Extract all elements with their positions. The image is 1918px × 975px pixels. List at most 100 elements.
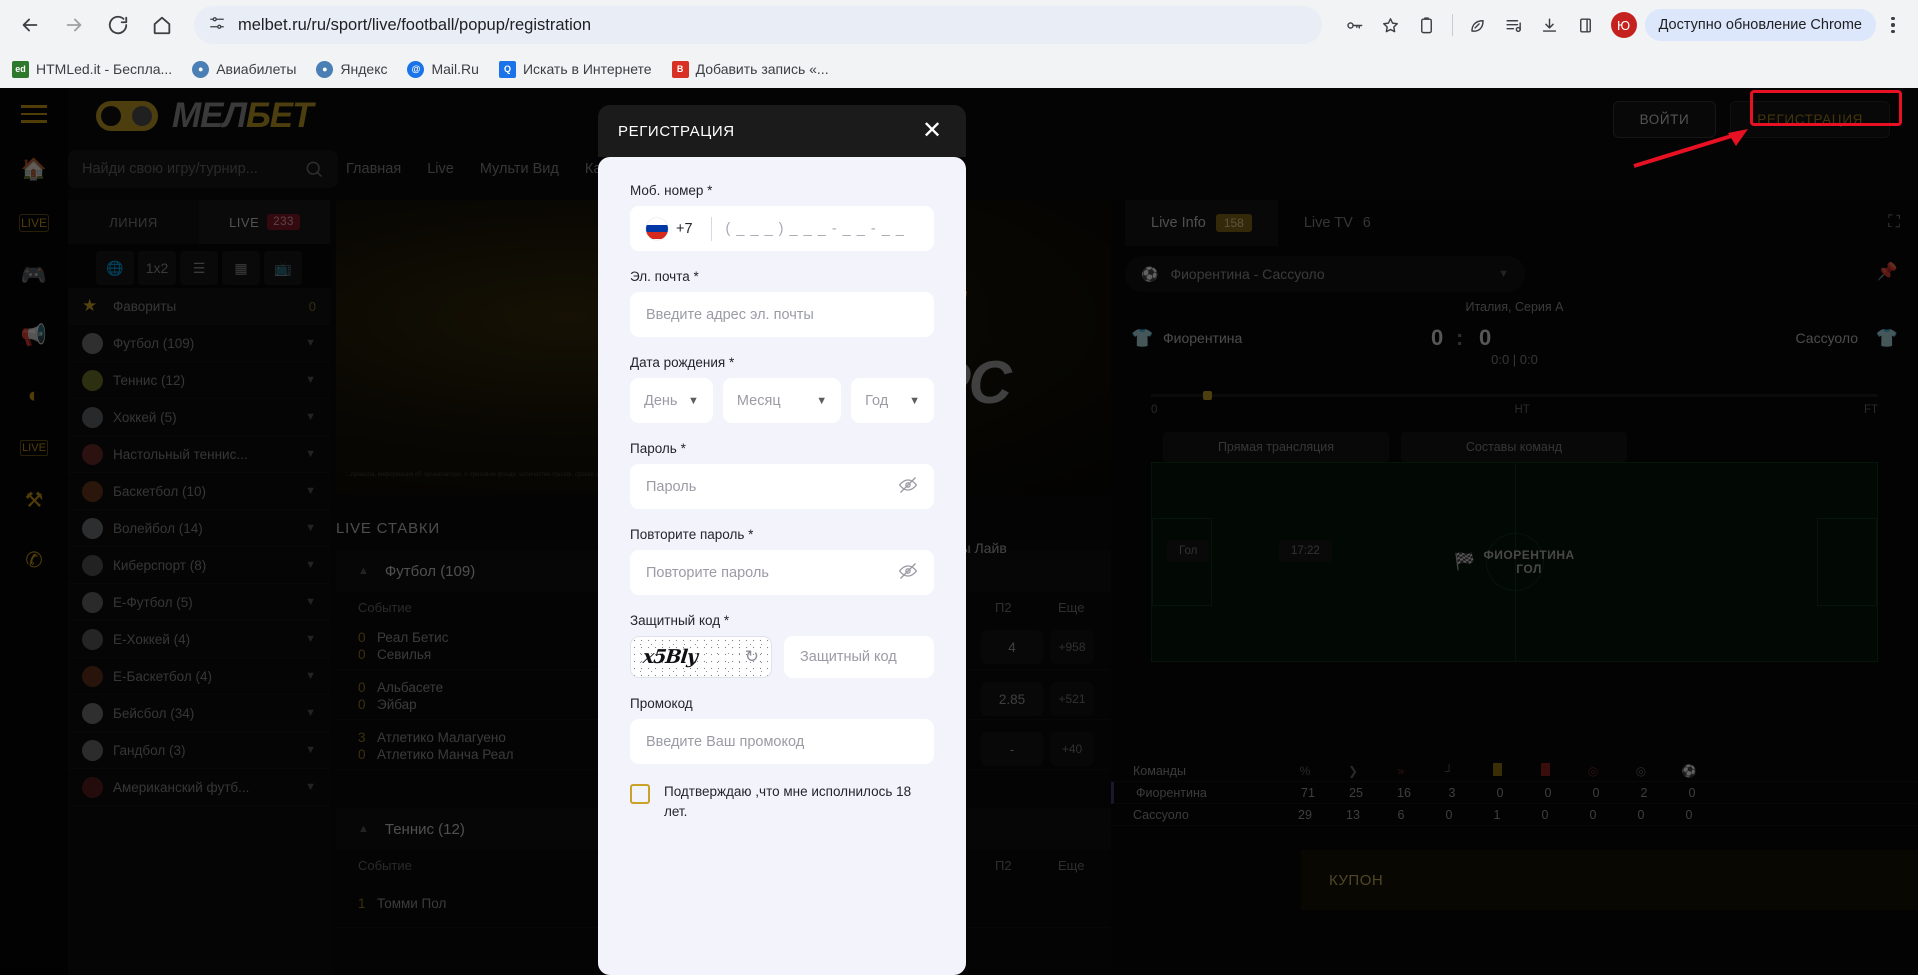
device-button[interactable]	[1569, 8, 1603, 42]
email-field[interactable]: Введите адрес эл. почты	[630, 292, 934, 337]
playlist-icon	[1504, 16, 1523, 35]
password-repeat-placeholder: Повторите пароль	[646, 565, 769, 581]
side-panel-button[interactable]	[1410, 8, 1444, 42]
bookmark-label: HTMLed.it - Беспла...	[36, 61, 172, 77]
age-confirm-row[interactable]: Подтверждаю ,что мне исполнилось 18 лет.	[630, 782, 934, 821]
captcha-code: x5Bly	[642, 646, 698, 668]
bookmark-favicon: ●	[192, 61, 209, 78]
bookmark-item[interactable]: B Добавить запись «...	[672, 61, 829, 78]
star-icon	[1381, 16, 1400, 35]
field-group-dob: Дата рождения * День ▼ Месяц▼ Год ▼	[630, 355, 934, 423]
checkbox-unchecked-icon[interactable]	[630, 784, 650, 804]
phone-input[interactable]: +7 ( _ _ _ ) _ _ _ - _ _ - _ _	[630, 206, 934, 251]
modal-header: РЕГИСТРАЦИЯ ✕	[598, 105, 966, 157]
modal-body: Моб. номер * +7 ( _ _ _ ) _ _ _ - _ _ - …	[598, 157, 966, 975]
home-button[interactable]	[142, 5, 182, 45]
chevron-down-icon: ▼	[909, 395, 920, 407]
bookmark-favicon: Q	[499, 61, 516, 78]
chevron-down-icon: ▼	[688, 395, 699, 407]
modal-title: РЕГИСТРАЦИЯ	[618, 123, 735, 140]
password-field[interactable]: Пароль	[630, 464, 934, 509]
screen: melbet.ru/ru/sport/live/football/popup/r…	[0, 0, 1918, 975]
bookmark-label: Mail.Ru	[431, 61, 478, 77]
extension-button[interactable]	[1461, 8, 1495, 42]
annotation-arrow-icon	[1630, 126, 1750, 172]
field-group-phone: Моб. номер * +7 ( _ _ _ ) _ _ _ - _ _ - …	[630, 183, 934, 251]
forward-arrow-icon	[63, 14, 85, 36]
profile-avatar[interactable]: Ю	[1611, 12, 1637, 38]
reload-button[interactable]	[98, 5, 138, 45]
bookmarks-bar: ed HTMLed.it - Беспла... ● Авиабилеты ●Янд…	[0, 50, 1918, 88]
password-placeholder: Пароль	[646, 479, 696, 495]
bookmark-button[interactable]	[1374, 8, 1408, 42]
promo-placeholder: Введите Ваш промокод	[646, 734, 804, 750]
promo-label: Промокод	[630, 696, 934, 711]
tune-icon[interactable]	[208, 14, 226, 37]
password-repeat-field[interactable]: Повторите пароль	[630, 550, 934, 595]
dob-month-select[interactable]: Месяц▼	[723, 378, 841, 423]
field-group-promo: Промокод Введите Ваш промокод	[630, 696, 934, 764]
reload-icon	[107, 14, 129, 36]
bookmark-item[interactable]: Q Искать в Интернете	[499, 61, 652, 78]
dob-day-select[interactable]: День ▼	[630, 378, 713, 423]
bookmark-favicon: ●	[316, 61, 333, 78]
reading-list-button[interactable]	[1497, 8, 1531, 42]
toolbar-right-actions: Ю Доступно обновление Chrome	[1334, 8, 1908, 42]
bookmark-item[interactable]: ed HTMLed.it - Беспла...	[12, 61, 172, 78]
toolbar-divider	[1452, 14, 1453, 36]
browser-toolbar: melbet.ru/ru/sport/live/football/popup/r…	[0, 0, 1918, 50]
captcha-input[interactable]: Защитный код	[784, 636, 934, 678]
phone-divider	[711, 217, 712, 241]
dob-day-value: День	[644, 393, 677, 409]
dob-selects: День ▼ Месяц▼ Год ▼	[630, 378, 934, 423]
dob-month-value: Месяц	[737, 393, 781, 409]
tablet-icon	[1576, 16, 1595, 35]
field-group-captcha: Защитный код * x5Bly ↻ Защитный код	[630, 613, 934, 678]
bookmark-label: Добавить запись «...	[696, 61, 829, 77]
captcha-placeholder: Защитный код	[800, 649, 897, 665]
password-repeat-label: Повторите пароль *	[630, 527, 934, 542]
download-icon	[1540, 16, 1559, 35]
captcha-image: x5Bly ↻	[630, 636, 772, 678]
close-icon[interactable]: ✕	[918, 117, 946, 145]
email-label: Эл. почта *	[630, 269, 934, 284]
dob-label: Дата рождения *	[630, 355, 934, 370]
country-code: +7	[676, 221, 693, 237]
captcha-label: Защитный код *	[630, 613, 934, 628]
field-group-password: Пароль * Пароль	[630, 441, 934, 509]
dob-year-select[interactable]: Год ▼	[851, 378, 934, 423]
eye-off-icon[interactable]	[898, 561, 918, 585]
back-button[interactable]	[10, 5, 50, 45]
phone-label: Моб. номер *	[630, 183, 934, 198]
chrome-menu-button[interactable]	[1878, 8, 1908, 42]
bookmark-item[interactable]: ●Яндекс	[316, 61, 387, 78]
address-bar[interactable]: melbet.ru/ru/sport/live/football/popup/r…	[194, 6, 1322, 44]
back-arrow-icon	[19, 14, 41, 36]
field-group-email: Эл. почта * Введите адрес эл. почты	[630, 269, 934, 337]
password-manager-button[interactable]	[1338, 8, 1372, 42]
bookmark-label: Авиабилеты	[216, 61, 296, 77]
forward-button[interactable]	[54, 5, 94, 45]
downloads-button[interactable]	[1533, 8, 1567, 42]
home-icon	[151, 14, 173, 36]
age-confirm-label: Подтверждаю ,что мне исполнилось 18 лет.	[664, 782, 934, 821]
email-placeholder: Введите адрес эл. почты	[646, 307, 814, 323]
russia-flag-icon	[646, 218, 668, 240]
url-text: melbet.ru/ru/sport/live/football/popup/r…	[238, 16, 591, 35]
registration-modal: РЕГИСТРАЦИЯ ✕ Моб. номер * +7 ( _ _ _ ) …	[598, 105, 966, 975]
refresh-icon[interactable]: ↻	[745, 647, 759, 667]
captcha-row: x5Bly ↻ Защитный код	[630, 636, 934, 678]
phone-mask: ( _ _ _ ) _ _ _ - _ _ - _ _	[726, 221, 905, 237]
password-label: Пароль *	[630, 441, 934, 456]
bookmark-favicon: B	[672, 61, 689, 78]
bookmark-label: Искать в Интернете	[523, 61, 652, 77]
bookmark-item[interactable]: ● Авиабилеты	[192, 61, 296, 78]
dob-year-value: Год	[865, 393, 888, 409]
bookmark-item[interactable]: @Mail.Ru	[407, 61, 478, 78]
eye-off-icon[interactable]	[898, 475, 918, 499]
annotation-highlight-box	[1750, 90, 1902, 126]
promo-field[interactable]: Введите Ваш промокод	[630, 719, 934, 764]
bookmark-favicon: ed	[12, 61, 29, 78]
chrome-update-button[interactable]: Доступно обновление Chrome	[1645, 9, 1876, 41]
browser-chrome: melbet.ru/ru/sport/live/football/popup/r…	[0, 0, 1918, 88]
